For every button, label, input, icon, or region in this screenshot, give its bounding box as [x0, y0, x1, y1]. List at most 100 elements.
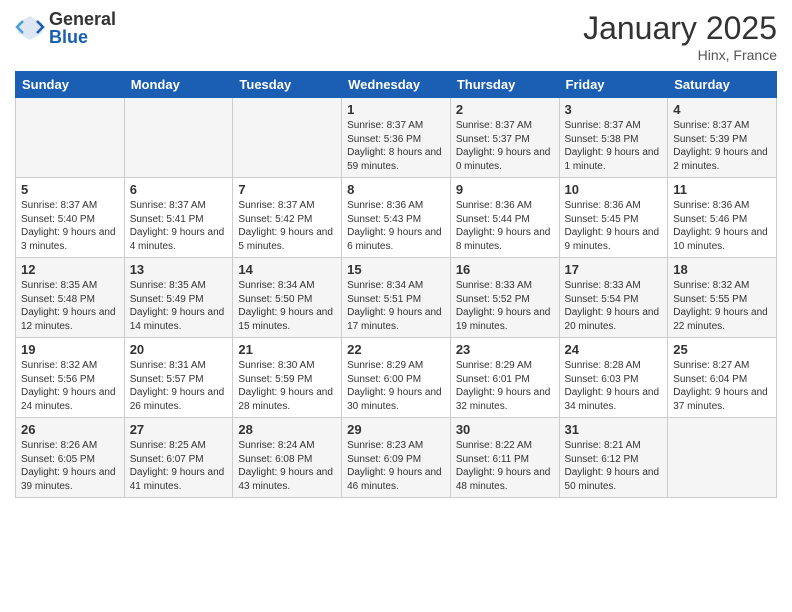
calendar-week-4: 19 Sunrise: 8:32 AM Sunset: 5:56 PM Dayli… — [16, 338, 777, 418]
day-number: 7 — [238, 182, 336, 197]
day-number: 5 — [21, 182, 119, 197]
logo-blue-text: Blue — [49, 28, 116, 46]
day-number: 4 — [673, 102, 771, 117]
day-info: Sunrise: 8:33 AM Sunset: 5:54 PM Dayligh… — [565, 279, 663, 333]
title-area: January 2025 Hinx, France — [583, 10, 777, 63]
day-info: Sunrise: 8:36 AM Sunset: 5:44 PM Dayligh… — [456, 199, 554, 253]
day-info: Sunrise: 8:21 AM Sunset: 6:12 PM Dayligh… — [565, 439, 663, 493]
day-info: Sunrise: 8:28 AM Sunset: 6:03 PM Dayligh… — [565, 359, 663, 413]
table-row: 14Sunrise: 8:34 AM Sunset: 5:50 PM Dayli… — [233, 258, 342, 338]
table-row: 9 Sunrise: 8:36 AM Sunset: 5:44 PM Daylig… — [450, 178, 559, 258]
table-row: 21Sunrise: 8:30 AM Sunset: 5:59 PM Dayli… — [233, 338, 342, 418]
day-number: 27 — [130, 422, 228, 437]
day-number: 15 — [347, 262, 445, 277]
logo-text: General Blue — [49, 10, 116, 46]
day-info: Sunrise: 8:37 AM Sunset: 5:37 PM Dayligh… — [456, 119, 554, 173]
day-info: Sunrise: 8:33 AM Sunset: 5:52 PM Dayligh… — [456, 279, 554, 333]
table-row: 7 Sunrise: 8:37 AM Sunset: 5:42 PM Daylig… — [233, 178, 342, 258]
day-info: Sunrise: 8:37 AM Sunset: 5:39 PM Dayligh… — [673, 119, 771, 173]
table-row: 29 Sunrise: 8:23 AM Sunset: 6:09 PM Dayli… — [342, 418, 451, 498]
day-info: Sunrise: 8:36 AM Sunset: 5:45 PM Dayligh… — [565, 199, 663, 253]
day-number: 30 — [456, 422, 554, 437]
day-number: 31 — [565, 422, 663, 437]
table-row: 25Sunrise: 8:27 AM Sunset: 6:04 PM Dayli… — [668, 338, 777, 418]
table-row: 6 Sunrise: 8:37 AM Sunset: 5:41 PM Daylig… — [124, 178, 233, 258]
day-info: Sunrise: 8:37 AM Sunset: 5:42 PM Dayligh… — [238, 199, 336, 253]
table-row: 10 Sunrise: 8:36 AM Sunset: 5:45 PM Dayli… — [559, 178, 668, 258]
table-row: 20Sunrise: 8:31 AM Sunset: 5:57 PM Dayli… — [124, 338, 233, 418]
table-row: 8 Sunrise: 8:36 AM Sunset: 5:43 PM Daylig… — [342, 178, 451, 258]
col-saturday: Saturday — [668, 72, 777, 98]
col-monday: Monday — [124, 72, 233, 98]
table-row: 28 Sunrise: 8:24 AM Sunset: 6:08 PM Dayli… — [233, 418, 342, 498]
day-info: Sunrise: 8:32 AM Sunset: 5:56 PM Dayligh… — [21, 359, 119, 413]
table-row: 17Sunrise: 8:33 AM Sunset: 5:54 PM Dayli… — [559, 258, 668, 338]
table-row: 13Sunrise: 8:35 AM Sunset: 5:49 PM Dayli… — [124, 258, 233, 338]
day-number: 23 — [456, 342, 554, 357]
col-tuesday: Tuesday — [233, 72, 342, 98]
table-row — [233, 98, 342, 178]
day-info: Sunrise: 8:37 AM Sunset: 5:41 PM Dayligh… — [130, 199, 228, 253]
table-row: 3 Sunrise: 8:37 AM Sunset: 5:38 PM Daylig… — [559, 98, 668, 178]
day-info: Sunrise: 8:30 AM Sunset: 5:59 PM Dayligh… — [238, 359, 336, 413]
table-row: 5Sunrise: 8:37 AM Sunset: 5:40 PM Daylig… — [16, 178, 125, 258]
day-info: Sunrise: 8:34 AM Sunset: 5:51 PM Dayligh… — [347, 279, 445, 333]
day-info: Sunrise: 8:36 AM Sunset: 5:46 PM Dayligh… — [673, 199, 771, 253]
table-row: 19 Sunrise: 8:32 AM Sunset: 5:56 PM Dayli… — [16, 338, 125, 418]
day-number: 14 — [238, 262, 336, 277]
day-number: 25 — [673, 342, 771, 357]
day-number: 28 — [238, 422, 336, 437]
day-info: Sunrise: 8:37 AM Sunset: 5:38 PM Dayligh… — [565, 119, 663, 173]
day-number: 22 — [347, 342, 445, 357]
table-row: 23Sunrise: 8:29 AM Sunset: 6:01 PM Dayli… — [450, 338, 559, 418]
day-number: 2 — [456, 102, 554, 117]
table-row: 2 Sunrise: 8:37 AM Sunset: 5:37 PM Daylig… — [450, 98, 559, 178]
day-number: 19 — [21, 342, 119, 357]
day-number: 9 — [456, 182, 554, 197]
table-row: 24Sunrise: 8:28 AM Sunset: 6:03 PM Dayli… — [559, 338, 668, 418]
day-number: 6 — [130, 182, 228, 197]
calendar-week-3: 12 Sunrise: 8:35 AM Sunset: 5:48 PM Dayli… — [16, 258, 777, 338]
day-number: 3 — [565, 102, 663, 117]
day-info: Sunrise: 8:26 AM Sunset: 6:05 PM Dayligh… — [21, 439, 119, 493]
col-thursday: Thursday — [450, 72, 559, 98]
col-friday: Friday — [559, 72, 668, 98]
day-info: Sunrise: 8:31 AM Sunset: 5:57 PM Dayligh… — [130, 359, 228, 413]
day-number: 16 — [456, 262, 554, 277]
table-row — [668, 418, 777, 498]
table-row: 30 Sunrise: 8:22 AM Sunset: 6:11 PM Dayli… — [450, 418, 559, 498]
day-number: 10 — [565, 182, 663, 197]
table-row: 31 Sunrise: 8:21 AM Sunset: 6:12 PM Dayli… — [559, 418, 668, 498]
day-info: Sunrise: 8:23 AM Sunset: 6:09 PM Dayligh… — [347, 439, 445, 493]
day-number: 1 — [347, 102, 445, 117]
day-number: 18 — [673, 262, 771, 277]
table-row: 11 Sunrise: 8:36 AM Sunset: 5:46 PM Dayli… — [668, 178, 777, 258]
page-container: General Blue January 2025 Hinx, France S… — [0, 0, 792, 508]
day-number: 8 — [347, 182, 445, 197]
day-number: 11 — [673, 182, 771, 197]
col-sunday: Sunday — [16, 72, 125, 98]
month-title: January 2025 — [583, 10, 777, 47]
day-info: Sunrise: 8:29 AM Sunset: 6:00 PM Dayligh… — [347, 359, 445, 413]
table-row: 18Sunrise: 8:32 AM Sunset: 5:55 PM Dayli… — [668, 258, 777, 338]
table-row: 12 Sunrise: 8:35 AM Sunset: 5:48 PM Dayli… — [16, 258, 125, 338]
day-number: 13 — [130, 262, 228, 277]
day-info: Sunrise: 8:22 AM Sunset: 6:11 PM Dayligh… — [456, 439, 554, 493]
day-number: 26 — [21, 422, 119, 437]
table-row: 22 Sunrise: 8:29 AM Sunset: 6:00 PM Dayli… — [342, 338, 451, 418]
table-row — [16, 98, 125, 178]
day-info: Sunrise: 8:36 AM Sunset: 5:43 PM Dayligh… — [347, 199, 445, 253]
calendar-week-2: 5Sunrise: 8:37 AM Sunset: 5:40 PM Daylig… — [16, 178, 777, 258]
table-row — [124, 98, 233, 178]
day-info: Sunrise: 8:35 AM Sunset: 5:48 PM Dayligh… — [21, 279, 119, 333]
location: Hinx, France — [583, 47, 777, 63]
calendar-header-row: Sunday Monday Tuesday Wednesday Thursday… — [16, 72, 777, 98]
day-number: 12 — [21, 262, 119, 277]
calendar-week-5: 26 Sunrise: 8:26 AM Sunset: 6:05 PM Dayli… — [16, 418, 777, 498]
logo-icon — [15, 13, 45, 43]
day-info: Sunrise: 8:24 AM Sunset: 6:08 PM Dayligh… — [238, 439, 336, 493]
table-row: 1Sunrise: 8:37 AM Sunset: 5:36 PM Daylig… — [342, 98, 451, 178]
day-number: 29 — [347, 422, 445, 437]
table-row: 26 Sunrise: 8:26 AM Sunset: 6:05 PM Dayli… — [16, 418, 125, 498]
calendar-table: Sunday Monday Tuesday Wednesday Thursday… — [15, 71, 777, 498]
